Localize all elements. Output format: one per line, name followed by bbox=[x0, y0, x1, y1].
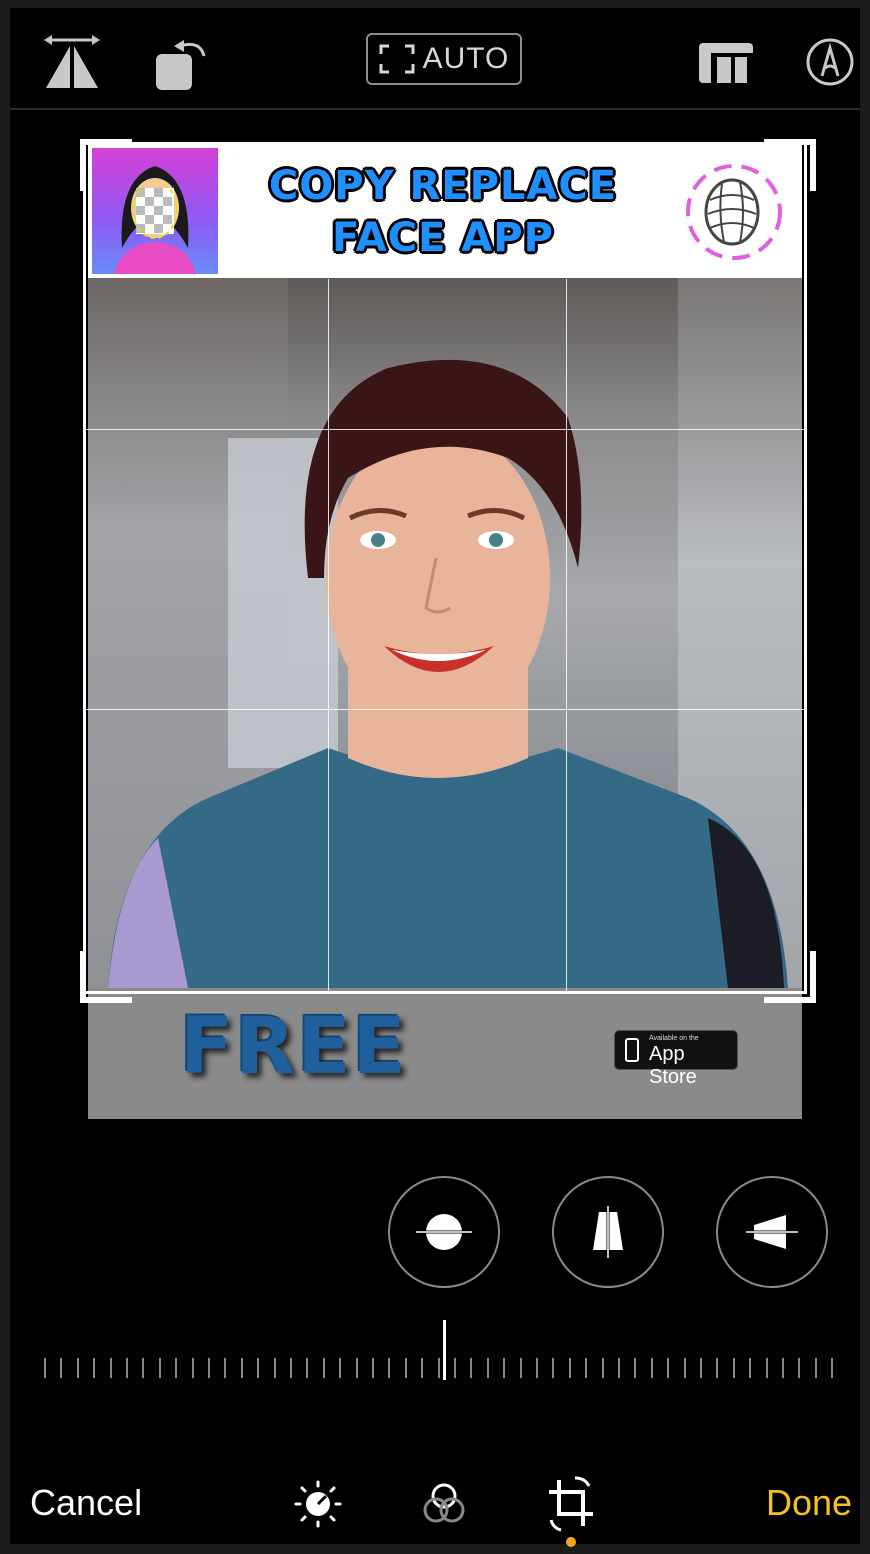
appstore-big-text: App Store bbox=[649, 1043, 697, 1088]
photo-banner-bottom: FREE Available on the App Store bbox=[88, 988, 802, 1119]
horizontal-perspective-button[interactable] bbox=[716, 1176, 828, 1288]
straighten-icon bbox=[414, 1214, 474, 1250]
ruler-tick bbox=[568, 1358, 571, 1378]
ruler-tick bbox=[240, 1358, 243, 1378]
ruler-tick bbox=[158, 1358, 161, 1378]
crop-handle-bottom-right[interactable] bbox=[764, 951, 816, 1003]
ruler-tick bbox=[224, 1358, 227, 1378]
crop-handle-bottom-left[interactable] bbox=[80, 951, 132, 1003]
auto-label: AUTO bbox=[422, 42, 510, 75]
ruler-tick bbox=[126, 1358, 128, 1378]
ruler-tick bbox=[536, 1358, 538, 1378]
ruler-tick bbox=[109, 1358, 112, 1378]
ruler-tick bbox=[306, 1358, 309, 1378]
ruler-tick bbox=[486, 1358, 489, 1378]
ruler-tick bbox=[798, 1358, 801, 1378]
ruler-tick bbox=[831, 1358, 834, 1378]
ruler-tick bbox=[142, 1358, 145, 1378]
horizontal-perspective-icon bbox=[744, 1215, 800, 1249]
appstore-small-text: Available on the bbox=[649, 1035, 699, 1042]
ruler-tick bbox=[683, 1358, 686, 1378]
crop-gridline bbox=[328, 279, 329, 994]
crop-gridline bbox=[566, 279, 567, 994]
vertical-perspective-icon bbox=[593, 1204, 623, 1260]
banner-free-text: FREE bbox=[180, 1002, 408, 1092]
ruler-tick bbox=[388, 1358, 391, 1378]
app-store-badge: Available on the App Store bbox=[614, 1030, 738, 1088]
toolbar-divider bbox=[10, 108, 860, 110]
filters-icon[interactable] bbox=[416, 1476, 472, 1532]
rotate-icon[interactable] bbox=[150, 30, 214, 94]
ruler-tick bbox=[208, 1358, 210, 1378]
ruler-tick bbox=[273, 1358, 276, 1378]
crop-icon[interactable] bbox=[543, 1476, 599, 1532]
ruler-tick bbox=[716, 1358, 719, 1378]
auto-button[interactable]: AUTO bbox=[366, 33, 522, 85]
ruler-tick bbox=[503, 1358, 506, 1378]
ruler-tick bbox=[470, 1358, 473, 1378]
auto-crop-icon bbox=[379, 44, 415, 74]
ruler-tick bbox=[618, 1358, 620, 1378]
crop-handle-top-left[interactable] bbox=[80, 139, 132, 191]
ruler-tick bbox=[700, 1358, 702, 1378]
done-button[interactable]: Done bbox=[766, 1482, 852, 1524]
ruler-tick bbox=[454, 1358, 456, 1378]
ruler-tick bbox=[634, 1358, 637, 1378]
ruler-tick bbox=[519, 1358, 522, 1378]
ruler-tick bbox=[585, 1358, 588, 1378]
ruler-tick bbox=[257, 1358, 260, 1378]
ruler-tick bbox=[93, 1358, 96, 1378]
aspect-ratio-icon[interactable] bbox=[696, 36, 756, 88]
ruler-tick bbox=[372, 1358, 374, 1378]
ruler-tick bbox=[404, 1358, 407, 1378]
ruler-tick bbox=[175, 1358, 178, 1378]
ruler-tick bbox=[421, 1358, 424, 1378]
ruler-tick bbox=[667, 1358, 670, 1378]
crop-gridline bbox=[86, 429, 804, 430]
adjust-icon[interactable] bbox=[290, 1476, 346, 1532]
crop-frame[interactable] bbox=[83, 142, 807, 994]
ruler-tick bbox=[765, 1358, 768, 1378]
ruler-tick bbox=[650, 1358, 653, 1378]
ruler-tick bbox=[814, 1358, 817, 1378]
phone-icon bbox=[625, 1038, 639, 1062]
markup-pen-icon[interactable] bbox=[802, 34, 858, 90]
top-toolbar: AUTO bbox=[10, 8, 860, 110]
ruler-tick bbox=[60, 1358, 63, 1378]
flip-horizontal-icon[interactable] bbox=[40, 30, 104, 94]
cancel-button[interactable]: Cancel bbox=[30, 1482, 142, 1524]
ruler-tick bbox=[782, 1358, 784, 1378]
crop-handle-top-right[interactable] bbox=[764, 139, 816, 191]
ruler-tick bbox=[601, 1358, 604, 1378]
ruler-tick bbox=[749, 1358, 752, 1378]
crop-gridline bbox=[86, 709, 804, 710]
ruler-tick bbox=[552, 1358, 555, 1378]
ruler-tick bbox=[355, 1358, 358, 1378]
vertical-perspective-button[interactable] bbox=[552, 1176, 664, 1288]
ruler-tick bbox=[732, 1358, 735, 1378]
ruler-indicator bbox=[443, 1320, 446, 1380]
straighten-button[interactable] bbox=[388, 1176, 500, 1288]
ruler-tick bbox=[76, 1358, 79, 1378]
ruler-tick bbox=[437, 1358, 440, 1378]
active-tool-indicator bbox=[566, 1537, 576, 1547]
ruler-tick bbox=[339, 1358, 342, 1378]
ruler-tick bbox=[290, 1358, 292, 1378]
ruler-tick bbox=[191, 1358, 194, 1378]
ruler-tick bbox=[44, 1358, 46, 1378]
ruler-tick bbox=[322, 1358, 325, 1378]
